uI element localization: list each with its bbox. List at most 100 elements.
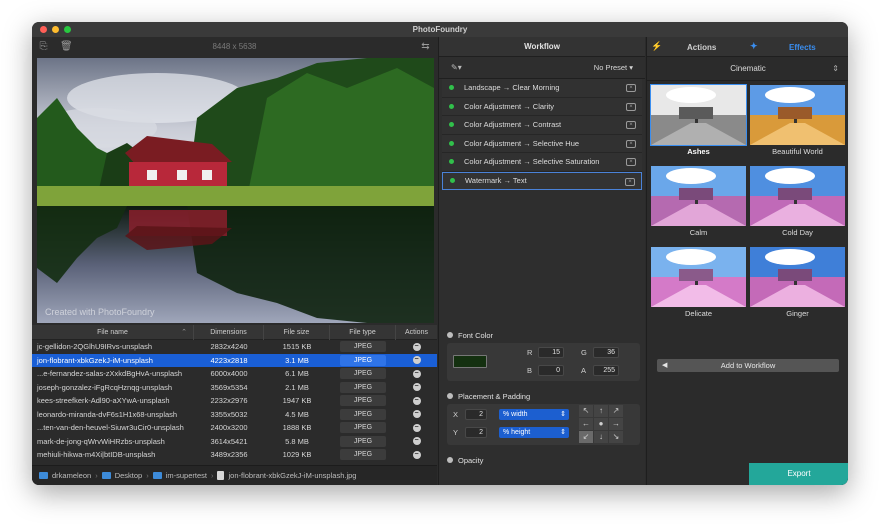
effect-thumb-beautiful-world[interactable] xyxy=(750,85,845,145)
table-row[interactable]: jc-gellidon-2QGlhU9IRvs-unsplash 2832x424… xyxy=(32,340,437,354)
anchor-center-icon[interactable]: ● xyxy=(594,418,608,430)
section-toggle-icon[interactable] xyxy=(447,457,453,463)
section-toggle-icon[interactable] xyxy=(447,332,453,338)
folder-icon xyxy=(39,472,48,479)
anchor-left-icon[interactable]: ← xyxy=(579,418,593,430)
tab-actions[interactable]: Actions xyxy=(687,43,716,52)
delete-icon[interactable]: × xyxy=(626,102,636,111)
table-row[interactable]: mark-de-jong-qWrvWiHRzbs-unsplash 3614x54… xyxy=(32,435,437,449)
effect-thumb-ashes[interactable] xyxy=(650,84,747,146)
table-row[interactable]: leonardo-miranda-dvF6s1H1x68-unsplash 335… xyxy=(32,408,437,422)
enabled-dot-icon[interactable] xyxy=(449,140,454,146)
column-file-size[interactable]: File size xyxy=(264,324,330,340)
delete-icon[interactable]: × xyxy=(626,121,636,129)
delete-icon[interactable]: × xyxy=(626,84,636,92)
y-unit-select[interactable]: % height ⇕ xyxy=(499,427,569,438)
export-button[interactable]: Export xyxy=(749,463,848,485)
anchor-top-left-icon[interactable]: ↖ xyxy=(579,405,593,417)
effect-label-beautiful-world: Beautiful World xyxy=(772,147,823,156)
swap-icon[interactable]: ⇆ xyxy=(420,41,431,53)
remove-file-icon[interactable]: − xyxy=(412,423,421,432)
remove-file-icon[interactable]: − xyxy=(412,356,421,365)
g-field[interactable]: 36 xyxy=(593,347,619,358)
enabled-dot-icon[interactable] xyxy=(450,178,455,184)
path-crumb[interactable]: Desktop xyxy=(115,471,143,480)
table-row[interactable]: ...ten-van-den-heuvel-Siuwr3uCir0-unspla… xyxy=(32,421,437,435)
r-label: R xyxy=(527,348,533,357)
placement-panel: X 2 % width ⇕ Y 2 % height ⇕ ↖ ↑ ↗ ← ● → ↙… xyxy=(447,404,640,445)
category-select[interactable]: Cinematic ⇕ xyxy=(647,57,848,81)
anchor-bottom-left-icon[interactable]: ↙ xyxy=(579,431,593,443)
remove-file-icon[interactable]: − xyxy=(412,396,421,405)
anchor-bottom-right-icon[interactable]: ↘ xyxy=(609,431,623,443)
remove-file-icon[interactable]: − xyxy=(412,410,421,419)
path-crumb[interactable]: drkameleon xyxy=(52,471,91,480)
column-file-name[interactable]: File name ⌃ xyxy=(32,324,194,340)
workflow-item[interactable]: Watermark → Text × xyxy=(442,171,642,190)
table-row[interactable]: ...e-fernandez-salas-zXxkdBgHvA-unsplash… xyxy=(32,367,437,381)
anchor-bottom-icon[interactable]: ↓ xyxy=(594,431,608,443)
color-swatch[interactable] xyxy=(453,355,487,368)
remove-file-icon[interactable]: − xyxy=(412,383,421,392)
maximize-window-button[interactable] xyxy=(64,26,71,33)
effect-thumb-delicate[interactable] xyxy=(651,247,746,307)
tab-effects[interactable]: Effects xyxy=(789,43,816,52)
y-field[interactable]: 2 xyxy=(465,427,487,438)
placement-title[interactable]: Placement & Padding xyxy=(439,389,646,403)
x-unit-select[interactable]: % width ⇕ xyxy=(499,409,569,420)
remove-file-icon[interactable]: − xyxy=(412,342,421,351)
file-name: jon-flobrant-xbkGzekJ-iM-unsplash xyxy=(37,355,153,365)
column-file-type[interactable]: File type xyxy=(330,324,396,340)
column-file-name-label: File name xyxy=(97,328,128,336)
enabled-dot-icon[interactable] xyxy=(449,103,454,109)
minimize-window-button[interactable] xyxy=(52,26,59,33)
anchor-right-icon[interactable]: → xyxy=(609,418,623,430)
remove-file-icon[interactable]: − xyxy=(412,450,421,459)
workflow-item[interactable]: Color Adjustment → Clarity × xyxy=(442,97,642,116)
column-dimensions[interactable]: Dimensions xyxy=(194,324,264,340)
bolt-icon[interactable]: ⚡ xyxy=(651,41,662,52)
preset-dropdown[interactable]: No Preset ▾ xyxy=(594,63,633,72)
enabled-dot-icon[interactable] xyxy=(449,122,454,128)
anchor-top-icon[interactable]: ↑ xyxy=(594,405,608,417)
file-name: kees-streefkerk-Adl90-aXYwA-unsplash xyxy=(37,396,170,406)
effect-thumb-ginger[interactable] xyxy=(750,247,845,307)
table-row[interactable]: mehiuli-hikwa-m4Xi|btIDB-unsplash 3489x23… xyxy=(32,448,437,462)
opacity-title[interactable]: Opacity xyxy=(439,453,646,467)
table-row[interactable]: kees-streefkerk-Adl90-aXYwA-unsplash 2232… xyxy=(32,394,437,408)
add-to-workflow-button[interactable]: ◀ Add to Workflow xyxy=(657,359,839,372)
edit-workflow-icon[interactable]: ✎▾ xyxy=(451,63,462,72)
font-color-title[interactable]: Font Color xyxy=(439,328,646,342)
effect-thumb-calm[interactable] xyxy=(651,166,746,226)
category-label: Cinematic xyxy=(730,64,766,73)
anchor-top-right-icon[interactable]: ↗ xyxy=(609,405,623,417)
section-toggle-icon[interactable] xyxy=(447,393,453,399)
workflow-item[interactable]: Landscape → Clear Morning × xyxy=(442,79,642,98)
table-row[interactable]: jon-flobrant-xbkGzekJ-iM-unsplash 4223x28… xyxy=(32,353,437,367)
b-field[interactable]: 0 xyxy=(538,365,564,376)
effect-thumb-cold-day[interactable] xyxy=(750,166,845,226)
y-unit-label: % height xyxy=(503,429,531,436)
workflow-item[interactable]: Color Adjustment → Contrast × xyxy=(442,116,642,135)
effects-pane: ⚡ Actions ✦ Effects Cinematic ⇕ Ashes Be… xyxy=(646,37,848,485)
file-type-badge: JPEG xyxy=(340,422,386,434)
remove-file-icon[interactable]: − xyxy=(412,369,421,378)
enabled-dot-icon[interactable] xyxy=(449,85,454,91)
magic-wand-icon[interactable]: ✦ xyxy=(750,41,758,52)
remove-file-icon[interactable]: − xyxy=(412,437,421,446)
delete-icon[interactable]: × xyxy=(626,139,636,148)
delete-icon[interactable]: × xyxy=(626,158,636,166)
r-field[interactable]: 15 xyxy=(538,347,564,358)
file-type-badge: JPEG xyxy=(340,435,386,447)
close-window-button[interactable] xyxy=(40,26,47,33)
workflow-item[interactable]: Color Adjustment → Selective Saturation × xyxy=(442,153,642,172)
x-field[interactable]: 2 xyxy=(465,409,487,420)
delete-icon[interactable]: × xyxy=(625,177,635,186)
path-crumb[interactable]: jon-flobrant-xbkGzekJ-iM-unsplash.jpg xyxy=(228,471,356,480)
a-field[interactable]: 255 xyxy=(593,365,619,376)
table-row[interactable]: joseph-gonzalez-iFgRcqHznqg-unsplash 3569… xyxy=(32,381,437,395)
workflow-item[interactable]: Color Adjustment → Selective Hue × xyxy=(442,134,642,153)
enabled-dot-icon[interactable] xyxy=(449,159,454,165)
file-type-badge: JPEG xyxy=(340,381,386,393)
path-crumb[interactable]: im-supertest xyxy=(166,471,207,480)
